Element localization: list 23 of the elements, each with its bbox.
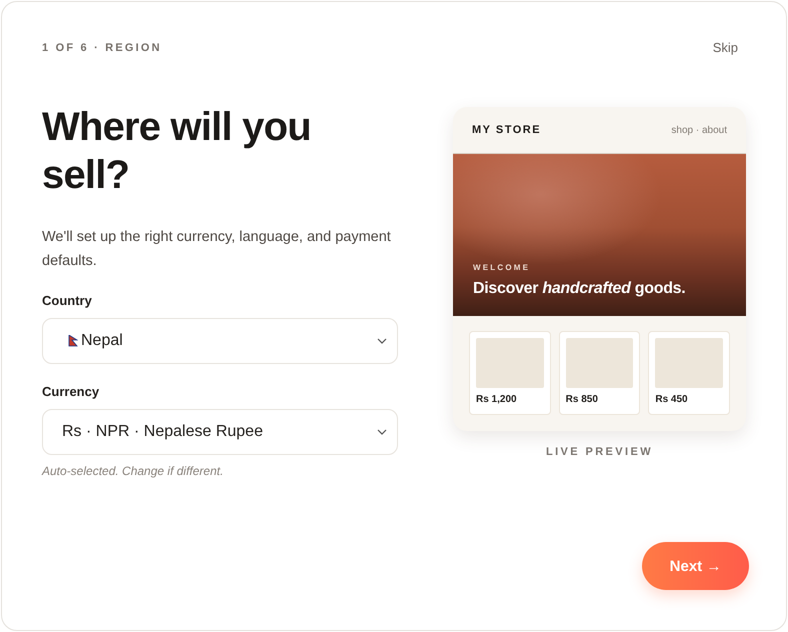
preview-caption: LIVE PREVIEW: [546, 446, 654, 458]
field-label: Currency: [42, 384, 100, 399]
store-name: MY STORE: [472, 124, 542, 136]
chevron-down-icon: [377, 429, 387, 435]
page-heading: Where will you sell?: [42, 104, 312, 199]
product-image-placeholder: [476, 338, 544, 388]
product-price: Rs 1,200: [476, 394, 518, 405]
hero-eyebrow: WELCOME: [473, 263, 532, 272]
hero-headline: Discover handcrafted goods.: [473, 280, 686, 298]
store-nav: shop · about: [671, 124, 727, 136]
product-image-placeholder: [655, 338, 724, 388]
product-price: Rs 450: [655, 394, 689, 405]
subtitle-text: We'll set up the right currency, language, and payment defaults.: [42, 228, 392, 271]
product-image-placeholder: [566, 338, 634, 388]
field-label: Country: [42, 293, 93, 308]
skip-link[interactable]: Skip: [712, 40, 738, 55]
step-label: 1 OF 6 · REGION: [42, 42, 162, 54]
chevron-down-icon: [377, 338, 387, 344]
country-select[interactable]: Nepal: [42, 318, 398, 364]
currency-select[interactable]: Rs · NPR · Nepalese Rupee: [42, 409, 398, 455]
hint-text: Auto-selected. Change if different.: [42, 464, 224, 478]
flag-icon: [68, 335, 78, 347]
product-price: Rs 850: [566, 394, 599, 405]
